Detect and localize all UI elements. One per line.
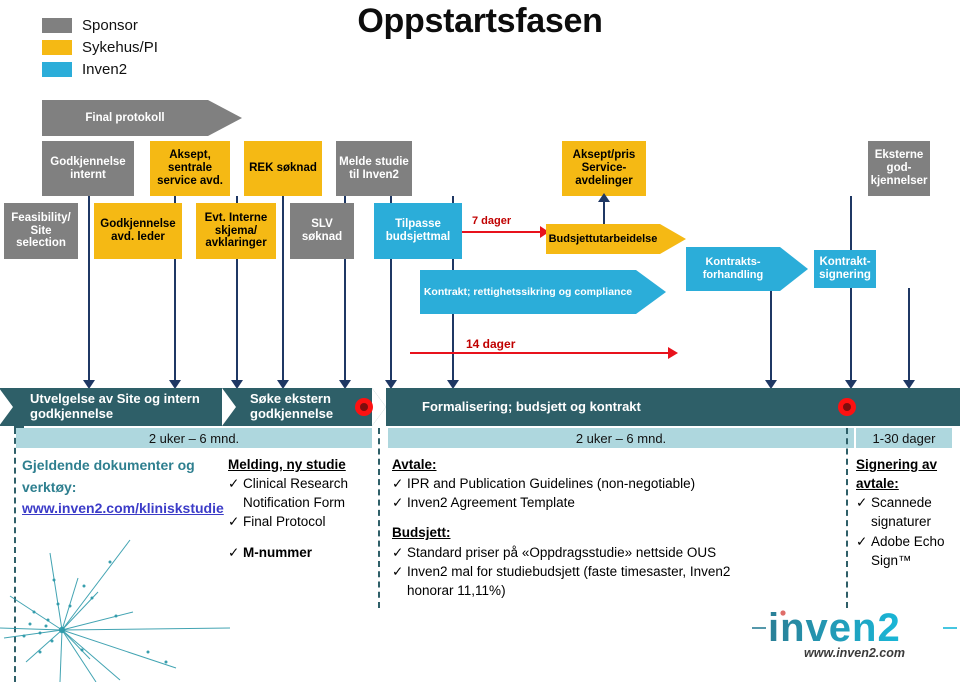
- budsjettutarbeidelse-arrow[interactable]: Budsjettutarbeidelse: [546, 224, 686, 254]
- phase-notch: [222, 388, 236, 426]
- melding-heading: Melding, ny studie: [228, 457, 346, 472]
- phase-soke-ekstern-label: Søke ekstern godkjennelse: [250, 391, 334, 421]
- info-column-documents: Gjeldende dokumenter og verktøy: www.inv…: [22, 455, 224, 520]
- check-icon: ✓: [392, 495, 404, 511]
- list-item-label: Final Protocol: [243, 514, 326, 530]
- milestone-marker: [838, 398, 856, 416]
- measure-line-14-dager: [410, 352, 672, 354]
- phase-notch: [372, 388, 386, 426]
- legend-label-inven2: Inven2: [82, 60, 128, 78]
- list-item-label: Inven2 Agreement Template: [407, 495, 575, 511]
- list-item-label: Clinical Research Notification Form: [243, 476, 349, 511]
- documents-heading: Gjeldende dokumenter og verktøy:: [22, 457, 195, 495]
- kontraktsforhandling-arrow[interactable]: Kontrakts-forhandling: [686, 247, 808, 291]
- final-protokoll-arrow: Final protokoll: [42, 100, 242, 136]
- milestone-marker: [355, 398, 373, 416]
- check-icon: ✓: [228, 544, 240, 560]
- legend-item-inven2: Inven2: [42, 58, 158, 80]
- measure-label-14-dager: 14 dager: [466, 337, 516, 351]
- avtale-heading: Avtale:: [392, 457, 437, 472]
- budsjett-heading: Budsjett:: [392, 525, 451, 541]
- double-arrow-shaft: [603, 200, 605, 226]
- phase-notch: [0, 388, 13, 426]
- measure-line-7-dager: [462, 231, 544, 233]
- process-box-aksept-pris-service-avdelinger[interactable]: Aksept/pris Service-avdelinger: [562, 141, 646, 196]
- inven2-documents-link[interactable]: www.inven2.com/kliniskstudie: [22, 498, 224, 520]
- process-box-godkjennelse-avd-leder[interactable]: Godkjennelse avd. leder: [94, 203, 182, 259]
- connector-line: [88, 196, 90, 386]
- list-item: ✓ IPR and Publication Guidelines (non-ne…: [392, 474, 838, 493]
- process-box-kontrakt-signering[interactable]: Kontrakt-signering: [814, 250, 876, 288]
- inven2-logo: inven2 www.inven2.com: [752, 604, 957, 666]
- double-arrow-head-up: [598, 193, 610, 202]
- column-divider: [846, 428, 848, 608]
- duration-bar-2: 2 uker – 6 mnd.: [388, 428, 854, 448]
- list-item: ✓ Inven2 mal for studiebudsjett (faste t…: [392, 562, 838, 600]
- check-icon: ✓: [392, 563, 404, 579]
- process-box-slv-soknad[interactable]: SLV søknad: [290, 203, 354, 259]
- legend-label-hospital: Sykehus/PI: [82, 38, 158, 56]
- measure-label-7-dager: 7 dager: [472, 215, 512, 227]
- list-item: ✓ Final Protocol: [228, 512, 376, 531]
- logo-url: www.inven2.com: [804, 646, 905, 660]
- connector-line: [770, 288, 772, 386]
- kontrakt-rettighetssikring-arrow[interactable]: Kontrakt; rettighetssikring og complianc…: [420, 270, 666, 314]
- process-box-eksterne-godkjennelser[interactable]: Eksterne god-kjennelser: [868, 141, 930, 196]
- connector-line: [908, 288, 910, 386]
- process-box-melde-studie-til-inven2[interactable]: Melde studie til Inven2: [336, 141, 412, 196]
- process-box-evt-interne-skjema-avklaringer[interactable]: Evt. Interne skjema/ avklaringer: [196, 203, 276, 259]
- list-item-label: Inven2 mal for studiebudsjett (faste tim…: [407, 563, 731, 598]
- inven2-logo-mark: inven2: [752, 606, 957, 650]
- phase-banner: Utvelgelse av Site og intern godkjennels…: [0, 388, 960, 426]
- list-item-label: IPR and Publication Guidelines (non-nego…: [407, 476, 696, 492]
- check-icon: ✓: [392, 476, 404, 492]
- duration-bar-1: 2 uker – 6 mnd.: [16, 428, 372, 448]
- info-column-avtale-budsjett: Avtale: ✓ IPR and Publication Guidelines…: [392, 455, 838, 600]
- phase-formalisering-label: Formalisering; budsjett og kontrakt: [422, 398, 641, 414]
- phase-soke-ekstern[interactable]: Søke ekstern godkjennelse: [236, 388, 386, 426]
- check-icon: ✓: [392, 544, 404, 560]
- page-title: Oppstartsfasen: [357, 2, 603, 40]
- list-item: ✓ M-nummer: [228, 543, 376, 562]
- connector-line: [850, 196, 852, 386]
- phase-banner-tip: [946, 388, 960, 426]
- column-divider: [378, 428, 380, 608]
- list-item-label: M-nummer: [243, 544, 313, 560]
- slide-canvas: Sponsor Sykehus/PI Inven2 Oppstartsfasen…: [0, 0, 960, 682]
- info-column-signering: Signering av avtale: ✓ Scannede signatur…: [856, 455, 956, 570]
- list-item: ✓ Clinical Research Notification Form: [228, 474, 376, 512]
- list-item-label: Scannede signaturer: [871, 495, 932, 530]
- info-column-melding: Melding, ny studie ✓ Clinical Research N…: [228, 455, 376, 562]
- process-box-aksept-sentrale-service[interactable]: Aksept, sentrale service avd.: [150, 141, 230, 196]
- check-icon: ✓: [228, 476, 240, 492]
- legend-swatch-inven2: [42, 61, 72, 77]
- kontraktsforhandling-label: Kontrakts-forhandling: [702, 256, 764, 281]
- network-decoration: [0, 539, 230, 682]
- list-item: ✓ Standard priser på «Oppdragsstudie» ne…: [392, 543, 838, 562]
- process-box-godkjennelse-internt[interactable]: Godkjennelse internt: [42, 141, 134, 196]
- process-box-tilpasse-budsjettmal[interactable]: Tilpasse budsjettmal: [374, 203, 462, 259]
- duration-bar-3: 1-30 dager: [856, 428, 952, 448]
- measure-arrowhead-14-dager: [668, 347, 678, 359]
- list-item: ✓ Scannede signaturer: [856, 493, 956, 531]
- list-item-label: Adobe Echo Sign™: [871, 533, 945, 568]
- signering-heading: Signering av avtale:: [856, 457, 938, 492]
- budsjettutarbeidelse-label: Budsjettutarbeidelse: [548, 233, 658, 245]
- list-item: ✓ Adobe Echo Sign™: [856, 532, 956, 570]
- process-box-feasibility-site-selection[interactable]: Feasibility/ Site selection: [4, 203, 78, 259]
- list-item-label: Standard priser på «Oppdragsstudie» nett…: [407, 544, 717, 560]
- svg-text:inven2: inven2: [768, 606, 901, 650]
- check-icon: ✓: [228, 514, 240, 530]
- legend-swatch-hospital: [42, 39, 72, 55]
- check-icon: ✓: [856, 533, 868, 549]
- phase-formalisering[interactable]: Formalisering; budsjett og kontrakt: [386, 388, 960, 426]
- kontrakt-rettighetssikring-label: Kontrakt; rettighetssikring og complianc…: [423, 286, 633, 298]
- final-protokoll-label: Final protokoll: [85, 112, 165, 124]
- check-icon: ✓: [856, 495, 868, 511]
- connector-line: [282, 196, 284, 386]
- list-item: ✓ Inven2 Agreement Template: [392, 493, 838, 512]
- process-box-rek-soknad[interactable]: REK søknad: [244, 141, 322, 196]
